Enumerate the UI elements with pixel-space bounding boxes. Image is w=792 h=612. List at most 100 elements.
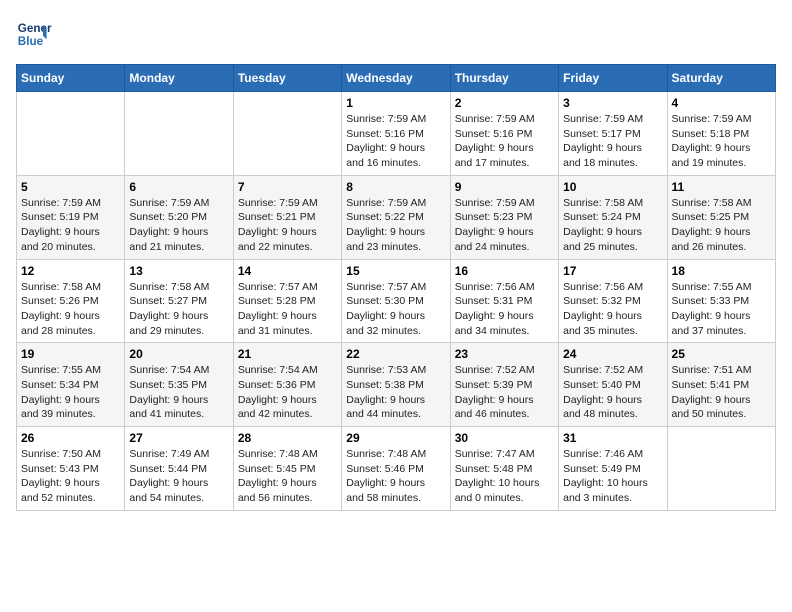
day-number: 21 [238, 347, 337, 361]
day-info: Sunrise: 7:56 AMSunset: 5:32 PMDaylight:… [563, 280, 662, 339]
calendar-week-4: 19 Sunrise: 7:55 AMSunset: 5:34 PMDayligh… [17, 343, 776, 427]
calendar-cell: 17 Sunrise: 7:56 AMSunset: 5:32 PMDayligh… [559, 259, 667, 343]
day-info: Sunrise: 7:53 AMSunset: 5:38 PMDaylight:… [346, 363, 445, 422]
day-info: Sunrise: 7:55 AMSunset: 5:33 PMDaylight:… [672, 280, 771, 339]
day-number: 20 [129, 347, 228, 361]
svg-text:Blue: Blue [18, 35, 44, 48]
day-number: 24 [563, 347, 662, 361]
day-number: 31 [563, 431, 662, 445]
calendar-cell [125, 92, 233, 176]
weekday-header-saturday: Saturday [667, 65, 775, 92]
day-number: 5 [21, 180, 120, 194]
day-number: 4 [672, 96, 771, 110]
day-number: 15 [346, 264, 445, 278]
day-number: 10 [563, 180, 662, 194]
day-number: 8 [346, 180, 445, 194]
day-info: Sunrise: 7:59 AMSunset: 5:23 PMDaylight:… [455, 196, 554, 255]
weekday-header-thursday: Thursday [450, 65, 558, 92]
day-info: Sunrise: 7:49 AMSunset: 5:44 PMDaylight:… [129, 447, 228, 506]
day-number: 19 [21, 347, 120, 361]
weekday-header-monday: Monday [125, 65, 233, 92]
day-number: 16 [455, 264, 554, 278]
calendar-cell: 12 Sunrise: 7:58 AMSunset: 5:26 PMDayligh… [17, 259, 125, 343]
calendar-cell: 4 Sunrise: 7:59 AMSunset: 5:18 PMDaylight… [667, 92, 775, 176]
day-info: Sunrise: 7:59 AMSunset: 5:21 PMDaylight:… [238, 196, 337, 255]
calendar-week-1: 1Sunrise: 7:59 AMSunset: 5:16 PMDaylight… [17, 92, 776, 176]
calendar-week-2: 5 Sunrise: 7:59 AMSunset: 5:19 PMDaylight… [17, 175, 776, 259]
day-info: Sunrise: 7:59 AMSunset: 5:22 PMDaylight:… [346, 196, 445, 255]
calendar-cell: 30Sunrise: 7:47 AMSunset: 5:48 PMDayligh… [450, 427, 558, 511]
calendar-cell: 19 Sunrise: 7:55 AMSunset: 5:34 PMDayligh… [17, 343, 125, 427]
calendar-cell: 1Sunrise: 7:59 AMSunset: 5:16 PMDaylight… [342, 92, 450, 176]
calendar-cell: 6Sunrise: 7:59 AMSunset: 5:20 PMDaylight… [125, 175, 233, 259]
day-info: Sunrise: 7:54 AMSunset: 5:36 PMDaylight:… [238, 363, 337, 422]
calendar-cell: 29Sunrise: 7:48 AMSunset: 5:46 PMDayligh… [342, 427, 450, 511]
day-number: 9 [455, 180, 554, 194]
day-info: Sunrise: 7:46 AMSunset: 5:49 PMDaylight:… [563, 447, 662, 506]
day-number: 22 [346, 347, 445, 361]
calendar-cell: 18 Sunrise: 7:55 AMSunset: 5:33 PMDayligh… [667, 259, 775, 343]
day-info: Sunrise: 7:52 AMSunset: 5:40 PMDaylight:… [563, 363, 662, 422]
svg-text:General: General [18, 22, 52, 35]
calendar-cell: 2Sunrise: 7:59 AMSunset: 5:16 PMDaylight… [450, 92, 558, 176]
calendar-cell [667, 427, 775, 511]
calendar-cell: 16Sunrise: 7:56 AMSunset: 5:31 PMDayligh… [450, 259, 558, 343]
weekday-header-friday: Friday [559, 65, 667, 92]
calendar-cell: 5 Sunrise: 7:59 AMSunset: 5:19 PMDaylight… [17, 175, 125, 259]
calendar-cell: 27 Sunrise: 7:49 AMSunset: 5:44 PMDayligh… [125, 427, 233, 511]
weekday-header-tuesday: Tuesday [233, 65, 341, 92]
calendar-week-3: 12 Sunrise: 7:58 AMSunset: 5:26 PMDayligh… [17, 259, 776, 343]
day-info: Sunrise: 7:59 AMSunset: 5:17 PMDaylight:… [563, 112, 662, 171]
calendar-cell: 26 Sunrise: 7:50 AMSunset: 5:43 PMDayligh… [17, 427, 125, 511]
calendar-cell: 10 Sunrise: 7:58 AMSunset: 5:24 PMDayligh… [559, 175, 667, 259]
day-number: 1 [346, 96, 445, 110]
day-info: Sunrise: 7:58 AMSunset: 5:27 PMDaylight:… [129, 280, 228, 339]
calendar-cell: 21 Sunrise: 7:54 AMSunset: 5:36 PMDayligh… [233, 343, 341, 427]
day-info: Sunrise: 7:59 AMSunset: 5:20 PMDaylight:… [129, 196, 228, 255]
calendar-cell: 20 Sunrise: 7:54 AMSunset: 5:35 PMDayligh… [125, 343, 233, 427]
day-number: 26 [21, 431, 120, 445]
logo-icon: General Blue [16, 16, 52, 52]
day-number: 13 [129, 264, 228, 278]
day-info: Sunrise: 7:58 AMSunset: 5:25 PMDaylight:… [672, 196, 771, 255]
day-number: 12 [21, 264, 120, 278]
calendar-cell: 28Sunrise: 7:48 AMSunset: 5:45 PMDayligh… [233, 427, 341, 511]
calendar-cell: 24 Sunrise: 7:52 AMSunset: 5:40 PMDayligh… [559, 343, 667, 427]
day-info: Sunrise: 7:48 AMSunset: 5:46 PMDaylight:… [346, 447, 445, 506]
day-number: 7 [238, 180, 337, 194]
day-info: Sunrise: 7:59 AMSunset: 5:19 PMDaylight:… [21, 196, 120, 255]
day-info: Sunrise: 7:54 AMSunset: 5:35 PMDaylight:… [129, 363, 228, 422]
day-info: Sunrise: 7:52 AMSunset: 5:39 PMDaylight:… [455, 363, 554, 422]
day-number: 28 [238, 431, 337, 445]
day-info: Sunrise: 7:47 AMSunset: 5:48 PMDaylight:… [455, 447, 554, 506]
weekday-header-sunday: Sunday [17, 65, 125, 92]
calendar-cell: 11Sunrise: 7:58 AMSunset: 5:25 PMDayligh… [667, 175, 775, 259]
calendar-cell: 14 Sunrise: 7:57 AMSunset: 5:28 PMDayligh… [233, 259, 341, 343]
day-number: 17 [563, 264, 662, 278]
weekday-header-wednesday: Wednesday [342, 65, 450, 92]
day-info: Sunrise: 7:50 AMSunset: 5:43 PMDaylight:… [21, 447, 120, 506]
day-info: Sunrise: 7:51 AMSunset: 5:41 PMDaylight:… [672, 363, 771, 422]
day-info: Sunrise: 7:59 AMSunset: 5:18 PMDaylight:… [672, 112, 771, 171]
day-number: 25 [672, 347, 771, 361]
calendar-cell [233, 92, 341, 176]
day-info: Sunrise: 7:57 AMSunset: 5:30 PMDaylight:… [346, 280, 445, 339]
day-info: Sunrise: 7:57 AMSunset: 5:28 PMDaylight:… [238, 280, 337, 339]
calendar-cell: 7 Sunrise: 7:59 AMSunset: 5:21 PMDaylight… [233, 175, 341, 259]
day-number: 27 [129, 431, 228, 445]
day-info: Sunrise: 7:58 AMSunset: 5:24 PMDaylight:… [563, 196, 662, 255]
calendar-cell: 31 Sunrise: 7:46 AMSunset: 5:49 PMDayligh… [559, 427, 667, 511]
day-info: Sunrise: 7:58 AMSunset: 5:26 PMDaylight:… [21, 280, 120, 339]
day-number: 3 [563, 96, 662, 110]
calendar-cell: 23Sunrise: 7:52 AMSunset: 5:39 PMDayligh… [450, 343, 558, 427]
day-info: Sunrise: 7:55 AMSunset: 5:34 PMDaylight:… [21, 363, 120, 422]
calendar-cell: 25 Sunrise: 7:51 AMSunset: 5:41 PMDayligh… [667, 343, 775, 427]
day-number: 18 [672, 264, 771, 278]
calendar-cell: 15 Sunrise: 7:57 AMSunset: 5:30 PMDayligh… [342, 259, 450, 343]
day-number: 2 [455, 96, 554, 110]
calendar-week-5: 26 Sunrise: 7:50 AMSunset: 5:43 PMDayligh… [17, 427, 776, 511]
day-number: 14 [238, 264, 337, 278]
calendar-cell: 3 Sunrise: 7:59 AMSunset: 5:17 PMDaylight… [559, 92, 667, 176]
calendar-cell: 9 Sunrise: 7:59 AMSunset: 5:23 PMDaylight… [450, 175, 558, 259]
calendar-cell: 8 Sunrise: 7:59 AMSunset: 5:22 PMDaylight… [342, 175, 450, 259]
